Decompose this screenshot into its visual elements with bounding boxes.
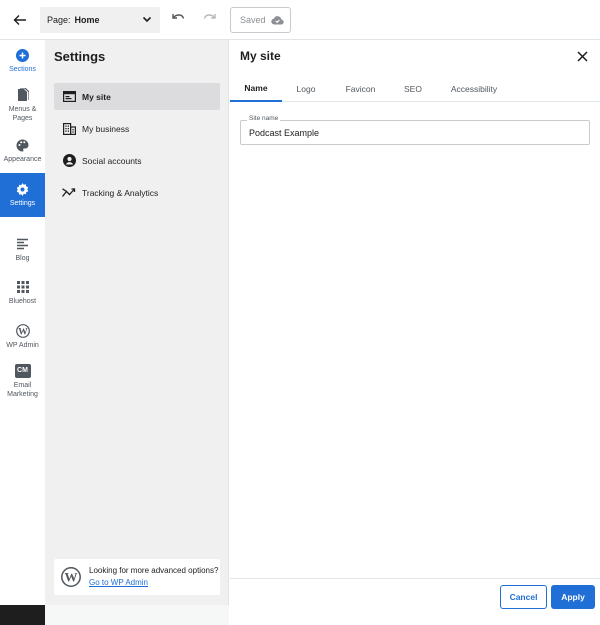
wp-admin-card: W Looking for more advanced options? Go … [54,559,220,595]
rail-item-label: Blog [15,255,30,262]
browser-icon [62,90,76,104]
rail-item-label: WP Admin [6,342,39,349]
settings-item-label: Social accounts [82,155,142,166]
settings-panel-footer [45,605,229,625]
site-name-input[interactable] [241,121,589,144]
page-selector-value: Home [74,15,100,25]
top-toolbar: Page: Home Saved [0,0,600,40]
apply-button[interactable]: Apply [551,585,595,609]
go-to-wp-admin-link[interactable]: Go to WP Admin [89,578,148,587]
panel-footer: Cancel Apply [230,578,600,625]
rail-item-email-marketing[interactable]: CM Email Marketing [0,364,45,399]
settings-panel: Settings My site My business Social acco… [45,40,229,605]
svg-text:W: W [18,327,28,337]
rail-item-label: Appearance [3,156,42,163]
tab-favicon[interactable]: Favicon [338,76,383,102]
rail-item-bluehost[interactable]: Bluehost [0,280,45,306]
cm-badge-text: CM [17,367,28,375]
chevron-down-icon [142,16,152,23]
gear-icon [16,182,30,196]
settings-item-label: My site [82,91,111,102]
rail-footer [0,605,45,625]
settings-item-my-business[interactable]: My business [54,115,220,142]
rail-item-sections[interactable]: Sections [0,48,45,74]
rail-item-appearance[interactable]: Appearance [0,138,45,164]
rail-item-wp-admin[interactable]: W WP Admin [0,324,45,350]
rail-item-label: Sections [9,66,36,73]
page-selector[interactable]: Page: Home [40,7,160,33]
plus-circle-icon [16,48,30,62]
blog-icon [16,237,30,251]
settings-item-label: Tracking & Analytics [82,187,159,198]
rail-item-label: Bluehost [8,298,37,305]
wordpress-icon: W [15,324,30,338]
wordpress-icon: W [61,567,81,587]
building-icon [62,122,76,136]
page-selector-label: Page: [47,15,71,25]
rail-item-settings[interactable]: Settings [0,173,45,217]
pages-icon [16,88,30,102]
rail-item-label: Menus & Pages [8,106,37,123]
cloud-check-icon [270,16,284,25]
settings-item-social-accounts[interactable]: Social accounts [54,147,220,174]
palette-icon [16,138,30,152]
rail-item-menus-pages[interactable]: Menus & Pages [0,88,45,123]
site-name-field[interactable]: Site name [240,115,590,145]
settings-item-my-site[interactable]: My site [54,83,220,110]
grid-icon [16,280,30,294]
settings-title: Settings [54,49,106,64]
saved-status-button: Saved [230,7,291,33]
user-circle-icon [62,154,76,168]
my-site-panel: My site Name Logo Favicon SEO Accessibil… [230,40,600,625]
wp-admin-card-message: Looking for more advanced options? [89,566,219,576]
panel-title: My site [240,49,281,63]
left-rail: Sections Menus & Pages Appearance Settin… [0,40,45,625]
cm-icon: CM [14,364,31,378]
cancel-button[interactable]: Cancel [500,585,547,609]
redo-icon[interactable] [202,10,220,28]
undo-icon[interactable] [170,10,188,28]
saved-label: Saved [240,15,266,25]
settings-item-tracking-analytics[interactable]: Tracking & Analytics [54,179,220,206]
trending-icon [62,186,76,200]
tab-seo[interactable]: SEO [396,76,430,102]
rail-item-label: Email Marketing [7,382,38,399]
rail-item-label: Settings [9,200,36,207]
svg-text:W: W [65,570,78,585]
tab-logo[interactable]: Logo [288,76,324,102]
rail-item-blog[interactable]: Blog [0,237,45,263]
tab-bar: Name Logo Favicon SEO Accessibility [230,76,600,102]
back-arrow-icon[interactable] [8,8,32,32]
tab-accessibility[interactable]: Accessibility [444,76,504,102]
settings-item-label: My business [82,123,130,134]
close-icon[interactable] [574,48,590,64]
site-editor: Page: Home Saved Sections Menus & Pages [0,0,600,625]
wp-admin-card-text: Looking for more advanced options? Go to… [89,565,220,588]
tab-name[interactable]: Name [230,76,282,102]
